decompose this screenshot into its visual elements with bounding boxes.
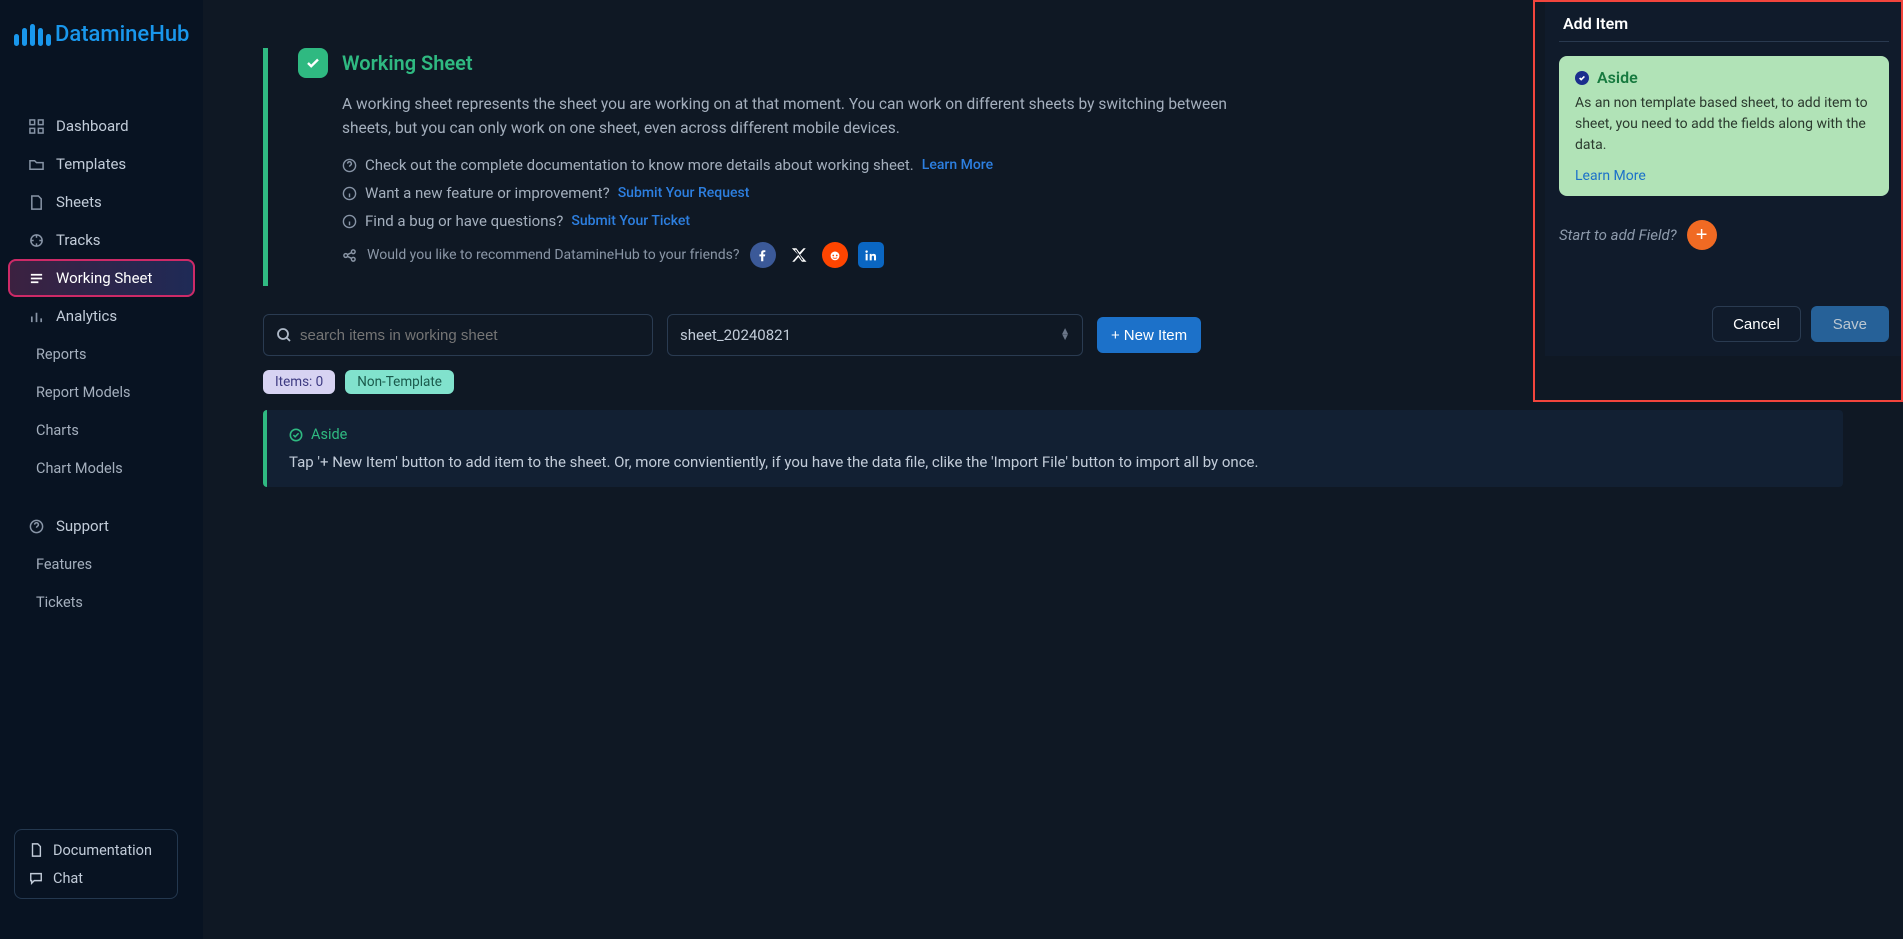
sidebar-item-label: Templates bbox=[56, 155, 126, 173]
new-item-button[interactable]: + New Item bbox=[1097, 317, 1201, 353]
sidebar-item-label: Chart Models bbox=[36, 460, 123, 477]
primary-nav: Dashboard Templates Sheets Tracks Workin… bbox=[0, 107, 203, 335]
dialog-learn-more-link[interactable]: Learn More bbox=[1575, 168, 1646, 184]
help-icon bbox=[26, 519, 46, 534]
dialog-aside-title: Aside bbox=[1597, 68, 1638, 87]
logo-bars-icon bbox=[14, 24, 51, 46]
x-twitter-icon[interactable] bbox=[786, 242, 812, 268]
bar-chart-icon bbox=[26, 309, 46, 324]
folder-icon bbox=[26, 157, 46, 172]
tags-row: Items: 0 Non-Template bbox=[263, 370, 1843, 394]
sidebar-item-features[interactable]: Features bbox=[0, 545, 203, 583]
documentation-link[interactable]: Documentation bbox=[29, 836, 163, 864]
share-icon bbox=[342, 248, 357, 263]
help-box: Documentation Chat bbox=[14, 829, 178, 899]
sidebar-item-working-sheet[interactable]: Working Sheet bbox=[8, 259, 195, 297]
sidebar-item-label: Tickets bbox=[36, 594, 83, 611]
info-text: Want a new feature or improvement? bbox=[365, 184, 610, 202]
info-text: Find a bug or have questions? bbox=[365, 212, 563, 230]
sidebar-item-sheets[interactable]: Sheets bbox=[0, 183, 203, 221]
reddit-icon[interactable] bbox=[822, 242, 848, 268]
aside-body: Tap '+ New Item' button to add item to t… bbox=[289, 453, 1821, 471]
sidebar-item-chart-models[interactable]: Chart Models bbox=[0, 449, 203, 487]
sidebar-item-label: Dashboard bbox=[56, 117, 129, 135]
help-circle-icon bbox=[342, 158, 357, 173]
info-text: Check out the complete documentation to … bbox=[365, 156, 914, 174]
add-item-dialog: Add Item Aside As an non template based … bbox=[1545, 0, 1903, 356]
chevron-updown-icon: ▲▼ bbox=[1060, 329, 1070, 341]
plus-icon: + bbox=[1696, 224, 1708, 247]
learn-more-link[interactable]: Learn More bbox=[922, 157, 993, 173]
dialog-aside-body: As an non template based sheet, to add i… bbox=[1575, 93, 1873, 156]
sidebar-item-templates[interactable]: Templates bbox=[0, 145, 203, 183]
info-circle-icon bbox=[342, 186, 357, 201]
sidebar-item-charts[interactable]: Charts bbox=[0, 411, 203, 449]
chat-label: Chat bbox=[53, 870, 83, 887]
sidebar-item-label: Working Sheet bbox=[56, 269, 152, 287]
check-circle-icon bbox=[1575, 71, 1589, 85]
facebook-icon[interactable] bbox=[750, 242, 776, 268]
chat-icon bbox=[29, 871, 43, 885]
support-subnav: Features Tickets bbox=[0, 545, 203, 621]
search-input[interactable] bbox=[300, 327, 640, 344]
sidebar-item-tickets[interactable]: Tickets bbox=[0, 583, 203, 621]
share-text: Would you like to recommend DatamineHub … bbox=[367, 247, 740, 263]
sidebar-item-support[interactable]: Support bbox=[0, 507, 203, 545]
save-button[interactable]: Save bbox=[1811, 306, 1889, 342]
check-circle-icon bbox=[289, 428, 303, 442]
add-field-label: Start to add Field? bbox=[1559, 226, 1677, 244]
search-icon bbox=[276, 327, 292, 343]
dialog-title: Add Item bbox=[1563, 14, 1889, 33]
support-nav: Support bbox=[0, 507, 203, 545]
sidebar-item-label: Sheets bbox=[56, 193, 102, 211]
document-icon bbox=[29, 843, 43, 857]
add-field-button[interactable]: + bbox=[1687, 220, 1717, 250]
non-template-badge: Non-Template bbox=[345, 370, 454, 394]
brand-name: DatamineHub bbox=[55, 22, 189, 47]
sidebar-bottom: Documentation Chat bbox=[14, 829, 178, 899]
sidebar-item-report-models[interactable]: Report Models bbox=[0, 373, 203, 411]
submit-ticket-link[interactable]: Submit Your Ticket bbox=[571, 213, 690, 229]
check-icon bbox=[298, 48, 328, 78]
analytics-subnav: Reports Report Models Charts Chart Model… bbox=[0, 335, 203, 487]
grid-icon bbox=[26, 119, 46, 134]
divider bbox=[1559, 41, 1889, 42]
sidebar-item-label: Support bbox=[56, 517, 109, 535]
sidebar-item-label: Charts bbox=[36, 422, 79, 439]
aside-title: Aside bbox=[311, 426, 347, 443]
sheet-select[interactable]: sheet_20240821 ▲▼ bbox=[667, 314, 1083, 356]
sidebar-item-label: Analytics bbox=[56, 307, 117, 325]
sidebar-item-analytics[interactable]: Analytics bbox=[0, 297, 203, 335]
sidebar-item-tracks[interactable]: Tracks bbox=[0, 221, 203, 259]
sidebar-item-dashboard[interactable]: Dashboard bbox=[0, 107, 203, 145]
dialog-aside-box: Aside As an non template based sheet, to… bbox=[1559, 56, 1889, 196]
info-circle-icon bbox=[342, 214, 357, 229]
linkedin-icon[interactable] bbox=[858, 242, 884, 268]
file-icon bbox=[26, 195, 46, 210]
sheet-select-value: sheet_20240821 bbox=[680, 326, 791, 344]
page-title: Working Sheet bbox=[342, 51, 473, 75]
sidebar-item-label: Reports bbox=[36, 346, 87, 363]
cancel-button[interactable]: Cancel bbox=[1712, 306, 1801, 342]
chat-link[interactable]: Chat bbox=[29, 864, 163, 892]
sidebar-item-label: Features bbox=[36, 556, 92, 573]
sidebar-item-reports[interactable]: Reports bbox=[0, 335, 203, 373]
plus-icon: + bbox=[1111, 327, 1120, 344]
new-item-label: New Item bbox=[1124, 327, 1187, 344]
annotation-arrow-icon bbox=[1895, 195, 1903, 245]
app-logo: DatamineHub bbox=[0, 22, 203, 47]
target-icon bbox=[26, 233, 46, 248]
sidebar-item-label: Tracks bbox=[56, 231, 101, 249]
aside-hint: Aside Tap '+ New Item' button to add ite… bbox=[263, 410, 1843, 487]
sidebar-item-label: Report Models bbox=[36, 384, 130, 401]
sheet-icon bbox=[26, 271, 46, 286]
sidebar: DatamineHub Dashboard Templates Sheets T… bbox=[0, 0, 203, 939]
search-box[interactable] bbox=[263, 314, 653, 356]
items-count-badge: Items: 0 bbox=[263, 370, 335, 394]
submit-request-link[interactable]: Submit Your Request bbox=[618, 185, 750, 201]
documentation-label: Documentation bbox=[53, 842, 152, 859]
page-description: A working sheet represents the sheet you… bbox=[342, 92, 1262, 140]
